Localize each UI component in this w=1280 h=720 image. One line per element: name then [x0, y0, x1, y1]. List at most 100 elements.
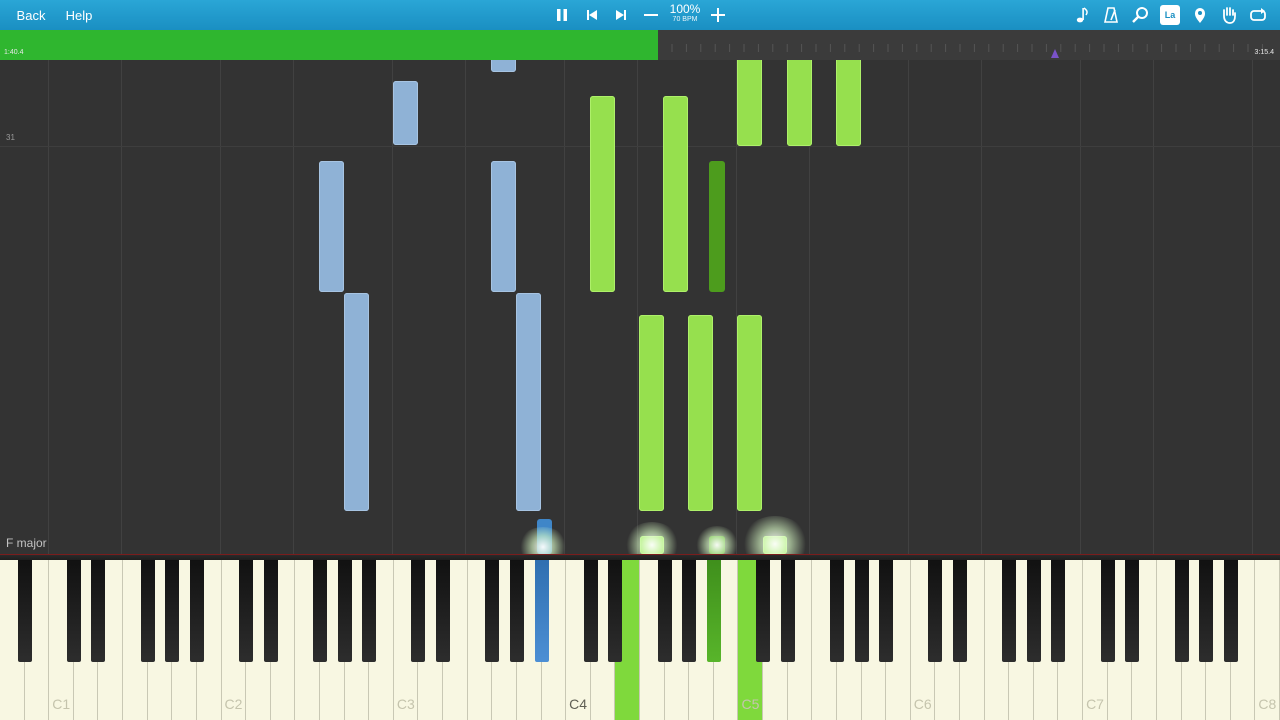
grid-line — [48, 60, 49, 554]
skip-forward-icon[interactable] — [611, 5, 631, 25]
grid-line — [637, 60, 638, 554]
black-key[interactable] — [91, 560, 106, 662]
speed-readout: 100% 70 BPM — [664, 3, 706, 24]
black-key[interactable] — [657, 560, 672, 662]
grid-line — [1080, 60, 1081, 554]
black-key[interactable] — [1002, 560, 1017, 662]
grid-line — [465, 60, 466, 554]
black-key[interactable] — [509, 560, 524, 662]
black-key[interactable] — [608, 560, 623, 662]
note-right-hand — [663, 96, 688, 292]
note-left-hand — [319, 161, 344, 292]
measure-line — [0, 146, 1280, 147]
octave-label: C1 — [52, 696, 71, 712]
note-right-hand — [590, 96, 615, 292]
note-right-hand — [709, 161, 725, 292]
key-glow — [624, 522, 680, 554]
speed-percent: 100% — [669, 2, 701, 16]
black-key[interactable] — [165, 560, 180, 662]
octave-label: C7 — [1086, 696, 1104, 712]
key-glow — [695, 526, 739, 554]
black-key[interactable] — [239, 560, 254, 662]
black-key[interactable] — [756, 560, 771, 662]
grid-line — [121, 60, 122, 554]
black-key[interactable] — [313, 560, 327, 662]
note-right-hand — [737, 315, 762, 511]
label-icon[interactable]: La — [1160, 5, 1180, 25]
note-left-hand — [393, 81, 418, 145]
black-key[interactable] — [1051, 560, 1066, 662]
black-key[interactable] — [682, 560, 697, 662]
black-key[interactable] — [1125, 560, 1140, 662]
black-key[interactable] — [1223, 560, 1238, 662]
black-key[interactable] — [436, 560, 451, 662]
octave-label: C6 — [913, 696, 932, 712]
black-key[interactable] — [140, 560, 155, 662]
top-toolbar: Back Help 100% 70 BPM La — [0, 0, 1280, 30]
search-icon[interactable] — [1130, 5, 1150, 25]
hand-icon[interactable] — [1219, 5, 1239, 25]
minus-icon[interactable] — [641, 5, 661, 25]
grid-line — [220, 60, 221, 554]
note-roll: 31 — [0, 60, 1280, 554]
black-key[interactable] — [1026, 560, 1041, 662]
black-key[interactable] — [534, 560, 549, 662]
black-key[interactable] — [1100, 560, 1115, 662]
timeline-marker[interactable] — [1051, 49, 1059, 58]
progress-timeline[interactable]: 1:40.4 3:15.4 — [0, 30, 1280, 60]
black-key[interactable] — [829, 560, 844, 662]
help-button[interactable]: Help — [60, 0, 98, 30]
octave-label: C3 — [396, 696, 415, 712]
note-left-hand — [491, 60, 516, 72]
black-key[interactable] — [189, 560, 204, 662]
black-key[interactable] — [953, 560, 967, 662]
time-start-label: 1:40.4 — [4, 49, 24, 56]
black-key[interactable] — [362, 560, 377, 662]
grid-line — [1252, 60, 1253, 554]
black-key[interactable] — [17, 560, 32, 662]
time-end-label: 3:15.4 — [1254, 49, 1274, 56]
piano-keyboard[interactable]: C1 C2 C3 C4 C5 C6 C7 C8 — [0, 560, 1280, 720]
black-key[interactable] — [854, 560, 869, 662]
music-note-icon[interactable] — [1072, 5, 1092, 25]
pause-icon[interactable] — [552, 5, 572, 25]
black-key[interactable] — [1199, 560, 1214, 662]
black-key[interactable] — [263, 560, 278, 662]
black-key[interactable] — [879, 560, 894, 662]
note-right-hand — [688, 315, 713, 511]
measure-number: 31 — [6, 133, 15, 142]
black-key[interactable] — [928, 560, 943, 662]
octave-label: C4 — [569, 696, 588, 712]
octave-label: C8 — [1258, 696, 1277, 712]
black-key[interactable] — [780, 560, 795, 662]
note-right-hand — [787, 60, 812, 146]
speed-bpm: 70 BPM — [672, 16, 698, 23]
black-key[interactable] — [706, 560, 721, 662]
skip-back-icon[interactable] — [582, 5, 602, 25]
note-left-hand — [516, 293, 541, 511]
location-pin-icon[interactable] — [1190, 5, 1210, 25]
black-key[interactable] — [337, 560, 352, 662]
grid-line — [908, 60, 909, 554]
black-key[interactable] — [66, 560, 81, 662]
grid-line — [1153, 60, 1154, 554]
key-glow — [518, 527, 568, 554]
black-key[interactable] — [583, 560, 598, 662]
note-right-hand — [836, 60, 861, 146]
grid-line — [293, 60, 294, 554]
octave-label: C5 — [741, 696, 760, 712]
loop-icon[interactable] — [1248, 5, 1268, 25]
back-button[interactable]: Back — [6, 0, 56, 30]
note-right-hand — [639, 315, 664, 511]
plus-icon[interactable] — [708, 5, 728, 25]
note-left-hand — [344, 293, 369, 511]
key-signature-label: F major — [6, 536, 47, 550]
grid-line — [564, 60, 565, 554]
timeline-ticks — [671, 44, 1263, 52]
note-right-hand — [737, 60, 762, 146]
black-key[interactable] — [411, 560, 426, 662]
metronome-icon[interactable] — [1101, 5, 1121, 25]
black-key[interactable] — [485, 560, 500, 662]
grid-line — [981, 60, 982, 554]
black-key[interactable] — [1174, 560, 1189, 662]
